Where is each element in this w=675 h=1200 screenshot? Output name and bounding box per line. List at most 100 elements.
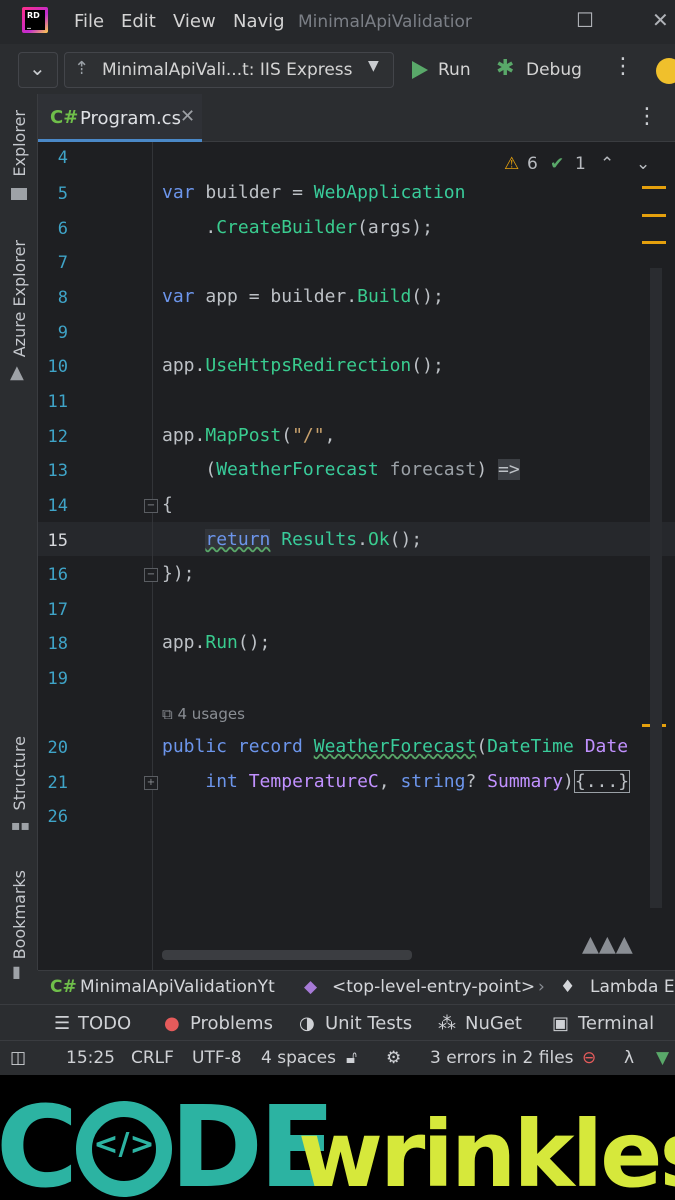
menu-navigate[interactable]: Navig <box>233 11 285 32</box>
check-icon[interactable]: ✔ <box>550 154 564 174</box>
tab-program-cs[interactable]: C# Program.cs ✕ <box>38 94 202 142</box>
crumb-project[interactable]: MinimalApiValidationYt <box>80 977 275 997</box>
codewrinkles-logo: C </> DE wrinkles <box>0 1075 675 1200</box>
tool-nuget[interactable]: NuGet <box>465 1013 522 1034</box>
code-line-21: int TemperatureC, string? Summary){...} <box>162 770 631 793</box>
bug-icon[interactable]: ✱ <box>496 56 514 81</box>
usages-hint[interactable]: ⧉ 4 usages <box>162 705 245 723</box>
line-number: 26 <box>47 807 68 827</box>
indentation[interactable]: 4 spaces <box>261 1048 336 1068</box>
code-line-5: var builder = WebApplication <box>162 182 465 203</box>
error-stripe-mark[interactable] <box>642 214 666 217</box>
token: "/" <box>292 425 325 446</box>
line-number: 10 <box>47 357 68 377</box>
code-line-14: { <box>162 494 173 515</box>
menu-file[interactable]: File <box>74 11 104 32</box>
warning-icon[interactable]: ⚠ <box>504 154 519 174</box>
line-number: 17 <box>47 600 68 620</box>
line-number: 14 <box>47 496 68 516</box>
token: var <box>162 182 195 203</box>
menu-edit[interactable]: Edit <box>121 11 156 32</box>
nav-dropdown-button[interactable]: ⌄ <box>18 52 58 88</box>
no-entry-icon[interactable]: ⊖ <box>582 1048 596 1068</box>
line-number: 20 <box>47 738 68 758</box>
token: (); <box>389 529 423 550</box>
crumb-entry-point[interactable]: <top-level-entry-point> <box>332 977 535 997</box>
fold-marker[interactable]: + <box>144 776 158 790</box>
fold-marker[interactable]: − <box>144 568 158 582</box>
ok-count: 1 <box>575 154 586 174</box>
run-button[interactable]: Run <box>438 60 471 80</box>
maximize-icon[interactable]: ☐ <box>576 8 594 32</box>
token: Run <box>205 632 238 653</box>
tool-structure[interactable]: Structure <box>10 736 29 810</box>
prev-highlight-icon[interactable]: ⌃ <box>600 154 614 174</box>
token: (); <box>411 286 444 307</box>
next-highlight-icon[interactable]: ⌄ <box>636 154 650 174</box>
problems-icon: ● <box>164 1013 180 1034</box>
token: public <box>162 736 228 757</box>
line-number: 19 <box>47 669 68 689</box>
token: CreateBuilder <box>216 217 358 238</box>
tool-problems[interactable]: Problems <box>190 1013 273 1034</box>
line-number: 15 <box>47 531 68 551</box>
file-encoding[interactable]: UTF-8 <box>192 1048 242 1068</box>
close-tab-icon[interactable]: ✕ <box>180 106 195 127</box>
error-stripe-mark[interactable] <box>642 186 666 189</box>
update-icon[interactable] <box>656 58 675 84</box>
caret-position[interactable]: 15:25 <box>66 1048 115 1068</box>
logo-wrinkles: wrinkles <box>298 1101 675 1200</box>
tool-bookmarks[interactable]: Bookmarks <box>10 870 29 959</box>
ok-status-icon[interactable]: ▼ <box>656 1048 669 1068</box>
tool-todo[interactable]: TODO <box>78 1013 131 1034</box>
token: . <box>357 529 368 550</box>
token: }); <box>162 563 195 584</box>
error-summary[interactable]: 3 errors in 2 files <box>430 1048 574 1068</box>
token: MapPost <box>205 425 282 446</box>
line-number: 8 <box>57 288 68 308</box>
lambda-status-icon[interactable]: λ <box>624 1048 634 1068</box>
more-icon[interactable]: ⋮ <box>612 54 634 79</box>
token: (); <box>237 632 271 653</box>
token: Results <box>281 529 358 550</box>
status-bar: ◫ 15:25 CRLF UTF-8 4 spaces 🔓︎ ⚙ 3 error… <box>0 1040 675 1075</box>
tool-explorer[interactable]: Explorer <box>10 110 29 177</box>
token: Build <box>357 286 412 307</box>
menu-view[interactable]: View <box>173 11 216 32</box>
collapsed-block[interactable]: {...} <box>573 770 631 793</box>
close-window-icon[interactable]: ✕ <box>652 8 669 32</box>
settings-icon[interactable]: ⚙ <box>386 1048 401 1068</box>
code-brackets-icon: </> <box>93 1127 155 1162</box>
tool-window-bar: ☰ TODO ● Problems ◑ Unit Tests ⁂ NuGet ▣… <box>0 1004 675 1040</box>
ide-window: RD _ File Edit View Navig MinimalApiValid… <box>0 0 675 1075</box>
reader-mode-icon[interactable]: ▲▲▲ <box>582 932 633 957</box>
tool-unit-tests[interactable]: Unit Tests <box>325 1013 412 1034</box>
usages-label: 4 usages <box>177 705 245 723</box>
line-number: 21 <box>47 773 68 793</box>
token: ( <box>281 425 293 446</box>
line-separator[interactable]: CRLF <box>131 1048 174 1068</box>
code-line-20: public record WeatherForecast(DateTime D… <box>162 736 628 757</box>
config-dropdown-icon[interactable]: ▼ <box>368 58 379 74</box>
crumb-lambda[interactable]: Lambda E <box>590 977 675 997</box>
lock-icon[interactable]: 🔓︎ <box>346 1048 357 1068</box>
vertical-scrollbar[interactable] <box>650 268 662 908</box>
fold-marker[interactable]: − <box>144 499 158 513</box>
rider-logo-icon: RD _ <box>22 7 48 33</box>
token: app <box>162 632 195 653</box>
token: string <box>400 771 466 792</box>
token: builder <box>270 286 347 307</box>
run-icon[interactable] <box>412 61 428 79</box>
window-title: MinimalApiValidatior <box>298 12 472 32</box>
horizontal-scrollbar[interactable] <box>162 950 412 960</box>
code-editor[interactable]: 4 5 6 7 8 9 10 11 12 13 14 15 16 17 18 19 20 21 26 ⚠ 6 ✔ 1… <box>38 142 675 970</box>
tool-terminal[interactable]: Terminal <box>578 1013 654 1034</box>
title-bar: RD _ File Edit View Navig MinimalApiValid… <box>0 0 675 44</box>
layout-icon[interactable]: ◫ <box>10 1048 26 1068</box>
left-tool-strip: Explorer Azure Explorer ▲ Structure ▪▪ B… <box>0 94 38 981</box>
tab-options-icon[interactable]: ⋮ <box>636 104 658 129</box>
error-stripe-mark[interactable] <box>642 241 666 244</box>
debug-button[interactable]: Debug <box>526 60 582 80</box>
tool-azure-explorer[interactable]: Azure Explorer <box>10 240 29 357</box>
code-line-18: app.Run(); <box>162 632 270 653</box>
